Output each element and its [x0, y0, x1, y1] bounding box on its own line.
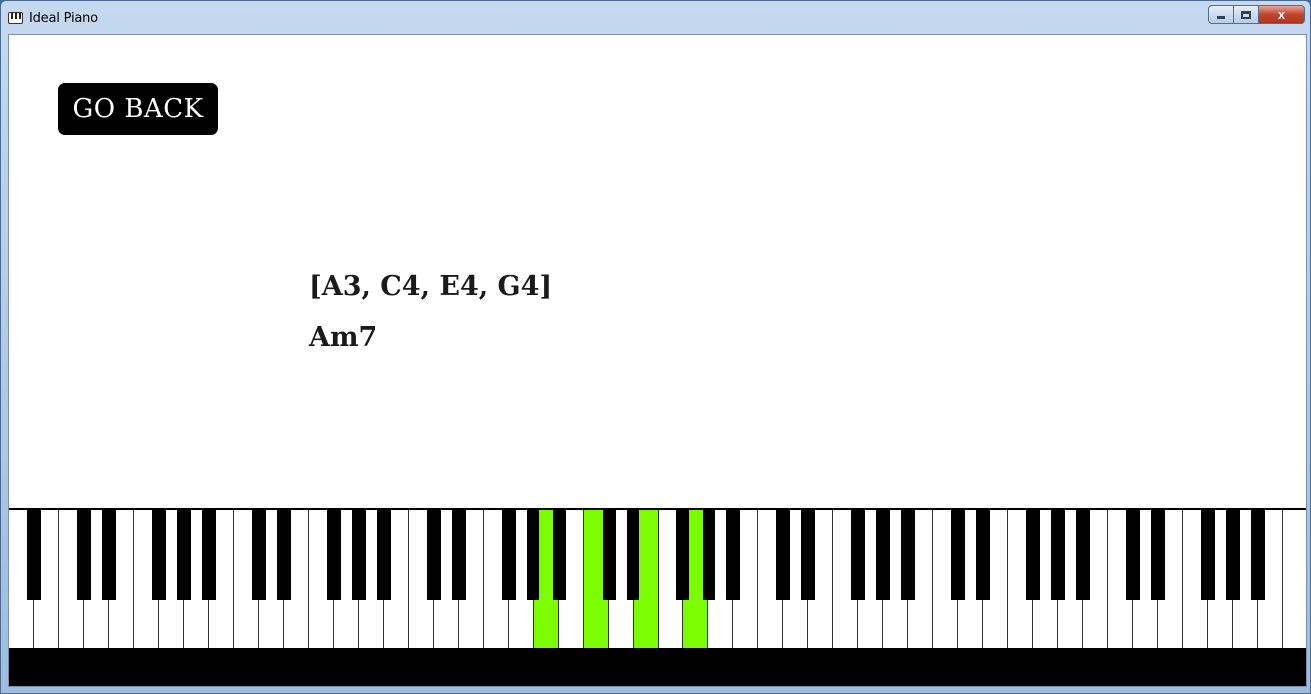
- black-key-G#5[interactable]: [876, 510, 890, 600]
- black-key-A#0[interactable]: [27, 510, 41, 600]
- window-controls: x: [1208, 5, 1305, 24]
- highlight-marker-G4: [689, 510, 703, 600]
- close-button[interactable]: x: [1259, 5, 1305, 24]
- minimize-button[interactable]: [1208, 5, 1234, 24]
- black-key-G#7[interactable]: [1226, 510, 1240, 600]
- go-back-button[interactable]: GO BACK: [58, 83, 218, 135]
- black-key-C#2[interactable]: [252, 510, 266, 600]
- app-window: Ideal Piano x GO BACK [A3, C4, E4, G4] A…: [0, 0, 1311, 694]
- black-key-A#1[interactable]: [202, 510, 216, 600]
- black-key-A#3[interactable]: [552, 510, 566, 600]
- note-list-label: [A3, C4, E4, G4]: [309, 271, 553, 302]
- chord-name-label: Am7: [309, 322, 378, 353]
- black-key-C#4[interactable]: [602, 510, 616, 600]
- window-title: Ideal Piano: [29, 11, 98, 26]
- black-key-C#6[interactable]: [951, 510, 965, 600]
- black-key-D#1[interactable]: [102, 510, 116, 600]
- keyboard-base-bar: [9, 648, 1306, 686]
- black-key-C#5[interactable]: [776, 510, 790, 600]
- black-key-A#6[interactable]: [1076, 510, 1090, 600]
- white-key-C8[interactable]: [1283, 510, 1306, 648]
- black-key-C#1[interactable]: [77, 510, 91, 600]
- black-key-F#7[interactable]: [1201, 510, 1215, 600]
- black-key-F#4[interactable]: [676, 510, 690, 600]
- maximize-button[interactable]: [1234, 5, 1259, 24]
- main-canvas: GO BACK [A3, C4, E4, G4] Am7: [8, 34, 1307, 687]
- black-key-F#2[interactable]: [327, 510, 341, 600]
- black-key-F#3[interactable]: [502, 510, 516, 600]
- piano-keyboard-icon: [8, 12, 23, 24]
- black-key-D#6[interactable]: [976, 510, 990, 600]
- highlight-marker-A3: [539, 510, 553, 600]
- black-key-G#4[interactable]: [701, 510, 715, 600]
- title-bar[interactable]: Ideal Piano x: [1, 1, 1310, 33]
- piano-keyboard[interactable]: [9, 508, 1306, 648]
- black-key-D#5[interactable]: [801, 510, 815, 600]
- black-key-C#3[interactable]: [427, 510, 441, 600]
- black-key-A#2[interactable]: [377, 510, 391, 600]
- black-key-D#7[interactable]: [1151, 510, 1165, 600]
- black-key-D#3[interactable]: [452, 510, 466, 600]
- close-icon: x: [1277, 7, 1286, 22]
- black-key-G#6[interactable]: [1051, 510, 1065, 600]
- black-key-F#5[interactable]: [851, 510, 865, 600]
- black-key-A#7[interactable]: [1251, 510, 1265, 600]
- black-key-F#6[interactable]: [1026, 510, 1040, 600]
- black-key-A#5[interactable]: [901, 510, 915, 600]
- highlight-marker-E4: [639, 510, 653, 600]
- black-key-D#2[interactable]: [277, 510, 291, 600]
- black-key-G#1[interactable]: [177, 510, 191, 600]
- black-key-G#2[interactable]: [352, 510, 366, 600]
- highlight-marker-C4: [589, 510, 603, 600]
- black-key-A#4[interactable]: [726, 510, 740, 600]
- maximize-icon: [1241, 10, 1251, 19]
- minimize-icon: [1217, 16, 1225, 19]
- black-key-C#7[interactable]: [1126, 510, 1140, 600]
- black-key-F#1[interactable]: [152, 510, 166, 600]
